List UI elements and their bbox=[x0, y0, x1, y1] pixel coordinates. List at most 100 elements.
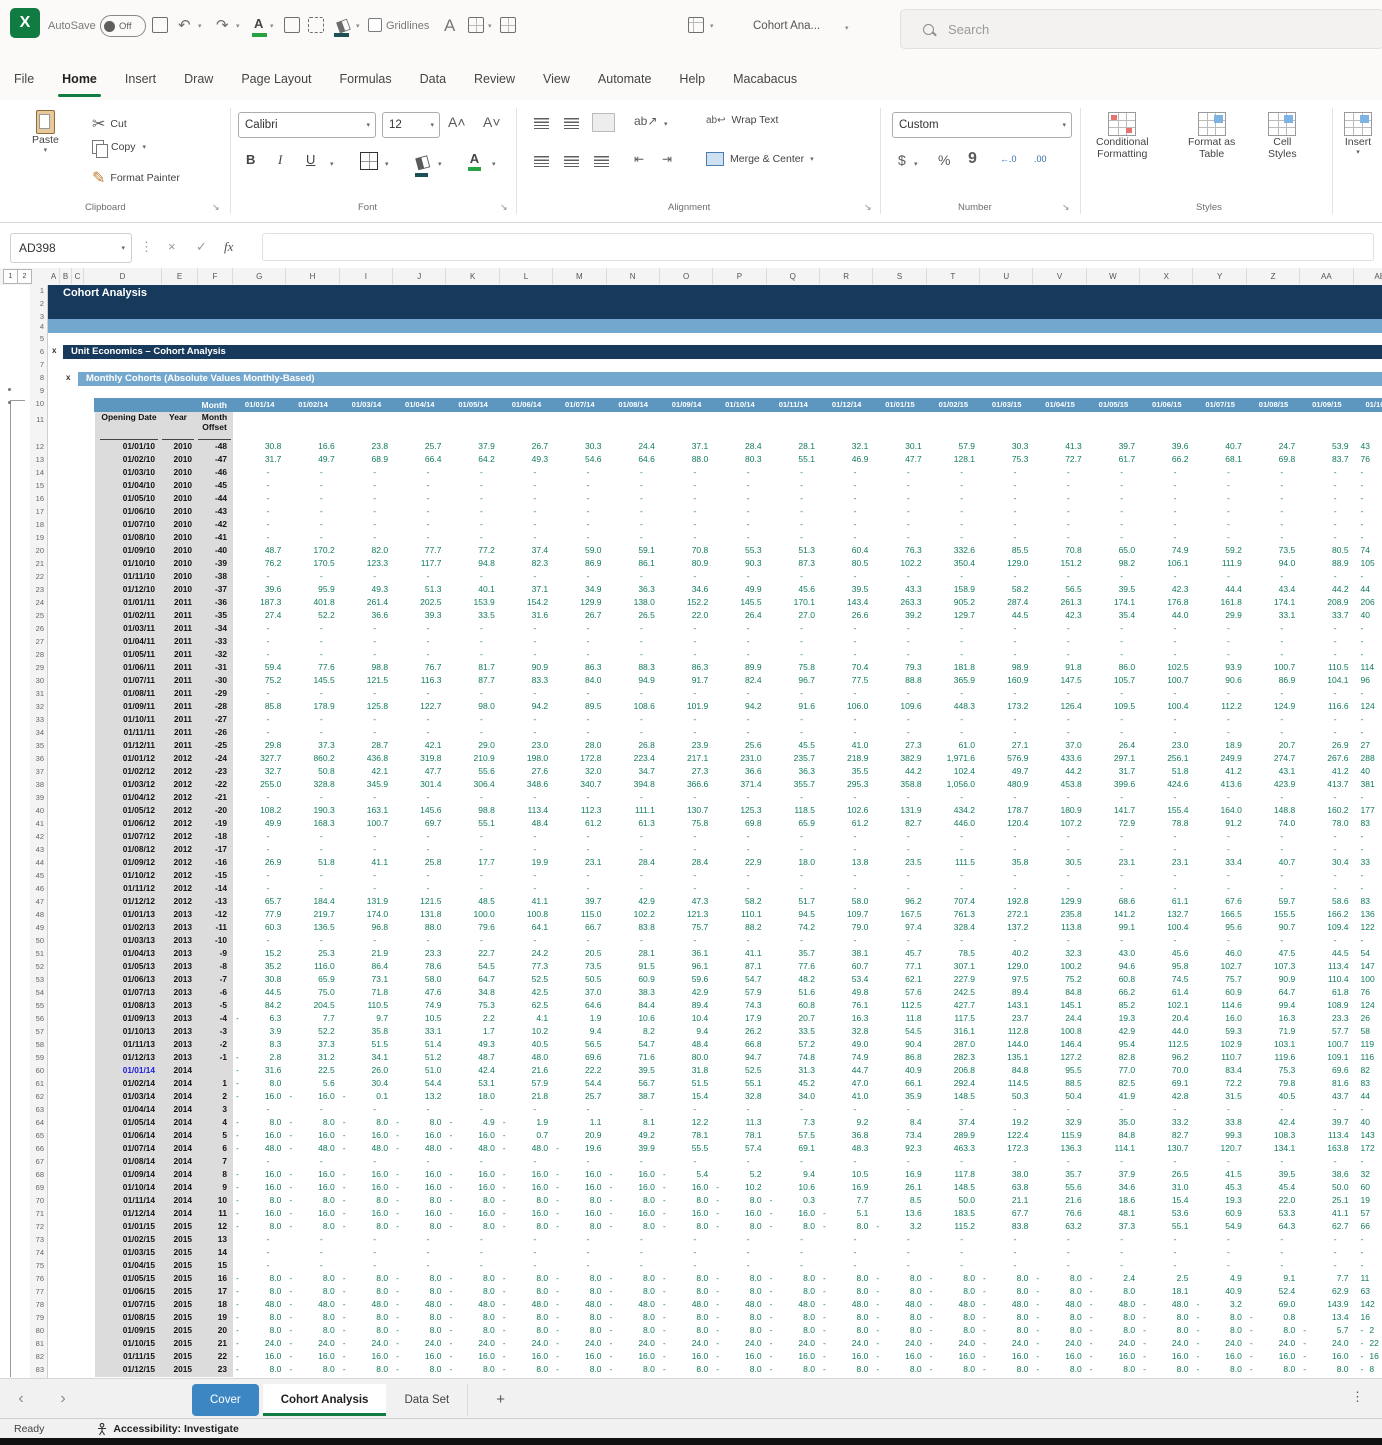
sheet-tab-cover[interactable]: Cover bbox=[192, 1384, 259, 1416]
data-cell[interactable]: - bbox=[1300, 687, 1353, 700]
column-header-U[interactable]: U bbox=[980, 268, 1033, 284]
opening-date-cell[interactable]: 01/11/12 bbox=[95, 882, 162, 895]
data-cell[interactable]: - bbox=[1354, 505, 1382, 518]
data-cell[interactable]: - bbox=[767, 934, 820, 947]
data-cell[interactable]: 90.6 bbox=[1193, 674, 1246, 687]
data-cell[interactable]: - bbox=[553, 1259, 606, 1272]
data-cell[interactable]: 158.9 bbox=[927, 583, 980, 596]
data-cell[interactable]: - bbox=[233, 843, 286, 856]
year-cell[interactable]: 2011 bbox=[162, 596, 198, 609]
data-cell[interactable]: - bbox=[1193, 635, 1246, 648]
data-cell[interactable]: 92.3 bbox=[873, 1142, 926, 1155]
data-cell[interactable]: 55.6 bbox=[1033, 1181, 1086, 1194]
data-cell[interactable]: - bbox=[286, 518, 339, 531]
increase-decimal-icon[interactable]: ←.0 bbox=[1000, 154, 1017, 164]
opening-date-cell[interactable]: 01/11/11 bbox=[95, 726, 162, 739]
data-cell[interactable]: 83.3 bbox=[500, 674, 553, 687]
data-cell[interactable]: 95.6 bbox=[1193, 921, 1246, 934]
data-cell[interactable]: 85.8 bbox=[233, 700, 286, 713]
data-cell[interactable]: 36.8 bbox=[820, 1129, 873, 1142]
row-number-48[interactable]: 48 bbox=[36, 910, 44, 919]
data-cell[interactable]: 5.6 bbox=[286, 1077, 339, 1090]
row-number-20[interactable]: 20 bbox=[36, 546, 44, 555]
data-cell[interactable]: - bbox=[873, 531, 926, 544]
year-cell[interactable]: 2012 bbox=[162, 804, 198, 817]
row-number-73[interactable]: 73 bbox=[36, 1235, 44, 1244]
data-cell[interactable]: 59.3 bbox=[1193, 1025, 1246, 1038]
data-cell[interactable]: 75.2 bbox=[233, 674, 286, 687]
data-cell[interactable]: - bbox=[820, 505, 873, 518]
year-cell[interactable]: 2013 bbox=[162, 1038, 198, 1051]
data-cell[interactable]: 261.3 bbox=[1033, 596, 1086, 609]
data-cell[interactable]: - bbox=[713, 1233, 766, 1246]
data-cell[interactable]: 106.1 bbox=[1140, 557, 1193, 570]
data-cell[interactable]: 61.1 bbox=[1140, 895, 1193, 908]
data-cell[interactable]: 124 bbox=[1354, 999, 1382, 1012]
data-cell[interactable]: - bbox=[340, 531, 393, 544]
data-cell[interactable]: - bbox=[446, 570, 499, 583]
data-cell[interactable]: 153.9 bbox=[446, 596, 499, 609]
data-cell[interactable]: -8.0 bbox=[340, 1311, 393, 1324]
data-cell[interactable]: 78.8 bbox=[1140, 817, 1193, 830]
data-cell[interactable]: 57.5 bbox=[767, 1129, 820, 1142]
data-cell[interactable]: 39.6 bbox=[1140, 440, 1193, 453]
data-cell[interactable]: -8.0 bbox=[553, 1272, 606, 1285]
month-offset-cell[interactable]: -18 bbox=[198, 830, 233, 843]
data-cell[interactable]: - bbox=[1140, 687, 1193, 700]
date-column-header[interactable]: 01/06/15 bbox=[1140, 398, 1193, 412]
data-cell[interactable]: - bbox=[446, 1246, 499, 1259]
data-cell[interactable]: -1.9 bbox=[500, 1116, 553, 1129]
data-cell[interactable]: 40.5 bbox=[1247, 1090, 1300, 1103]
data-cell[interactable]: 26.9 bbox=[1300, 739, 1353, 752]
data-cell[interactable]: 46.0 bbox=[1193, 947, 1246, 960]
data-cell[interactable]: -8.0 bbox=[980, 1272, 1033, 1285]
data-cell[interactable]: - bbox=[286, 622, 339, 635]
data-cell[interactable]: 154.2 bbox=[500, 596, 553, 609]
column-header-L[interactable]: L bbox=[500, 268, 553, 284]
data-cell[interactable]: 79.8 bbox=[1247, 1077, 1300, 1090]
data-cell[interactable]: 143.1 bbox=[980, 999, 1033, 1012]
italic-button[interactable]: I bbox=[278, 152, 282, 168]
column-header-G[interactable]: G bbox=[233, 268, 286, 284]
data-cell[interactable]: - bbox=[1193, 1246, 1246, 1259]
data-cell[interactable]: - bbox=[820, 622, 873, 635]
data-cell[interactable]: - bbox=[553, 934, 606, 947]
data-cell[interactable]: 84.8 bbox=[1033, 986, 1086, 999]
decrease-decimal-icon[interactable]: .00 bbox=[1034, 154, 1047, 164]
data-cell[interactable]: -2 bbox=[1354, 1324, 1382, 1337]
data-cell[interactable]: -3.2 bbox=[1193, 1298, 1246, 1311]
currency-chevron-icon[interactable]: ▾ bbox=[914, 160, 918, 168]
data-cell[interactable]: 40.7 bbox=[1247, 856, 1300, 869]
data-cell[interactable]: -8.0 bbox=[286, 1363, 339, 1376]
data-cell[interactable]: - bbox=[553, 843, 606, 856]
data-cell[interactable]: - bbox=[446, 622, 499, 635]
row-number-63[interactable]: 63 bbox=[36, 1105, 44, 1114]
year-cell[interactable]: 2013 bbox=[162, 934, 198, 947]
row-number-60[interactable]: 60 bbox=[36, 1066, 44, 1075]
data-cell[interactable]: 235.7 bbox=[767, 752, 820, 765]
year-cell[interactable]: 2014 bbox=[162, 1064, 198, 1077]
opening-date-cell[interactable]: 01/02/11 bbox=[95, 609, 162, 622]
data-cell[interactable]: -24.0 bbox=[393, 1337, 446, 1350]
data-cell[interactable]: - bbox=[233, 882, 286, 895]
data-cell[interactable]: 55.1 bbox=[767, 453, 820, 466]
data-cell[interactable]: 57 bbox=[1354, 1207, 1382, 1220]
date-column-header[interactable]: 01/12/14 bbox=[820, 398, 873, 412]
data-cell[interactable]: - bbox=[446, 687, 499, 700]
data-cell[interactable]: - bbox=[1354, 791, 1382, 804]
data-cell[interactable]: - bbox=[1300, 830, 1353, 843]
data-cell[interactable]: -8.0 bbox=[767, 1220, 820, 1233]
cell-styles-button[interactable]: Cell Styles bbox=[1268, 112, 1297, 160]
data-cell[interactable]: 91.8 bbox=[1033, 661, 1086, 674]
data-cell[interactable]: - bbox=[553, 830, 606, 843]
data-cell[interactable]: - bbox=[233, 622, 286, 635]
data-cell[interactable]: 83 bbox=[1354, 1077, 1382, 1090]
data-cell[interactable]: 39.5 bbox=[820, 583, 873, 596]
year-cell[interactable]: 2013 bbox=[162, 921, 198, 934]
data-cell[interactable]: - bbox=[1087, 882, 1140, 895]
data-cell[interactable]: - bbox=[713, 869, 766, 882]
data-cell[interactable]: - bbox=[1354, 492, 1382, 505]
data-cell[interactable]: -16.0 bbox=[233, 1350, 286, 1363]
data-cell[interactable]: 131.8 bbox=[393, 908, 446, 921]
data-cell[interactable]: - bbox=[820, 648, 873, 661]
